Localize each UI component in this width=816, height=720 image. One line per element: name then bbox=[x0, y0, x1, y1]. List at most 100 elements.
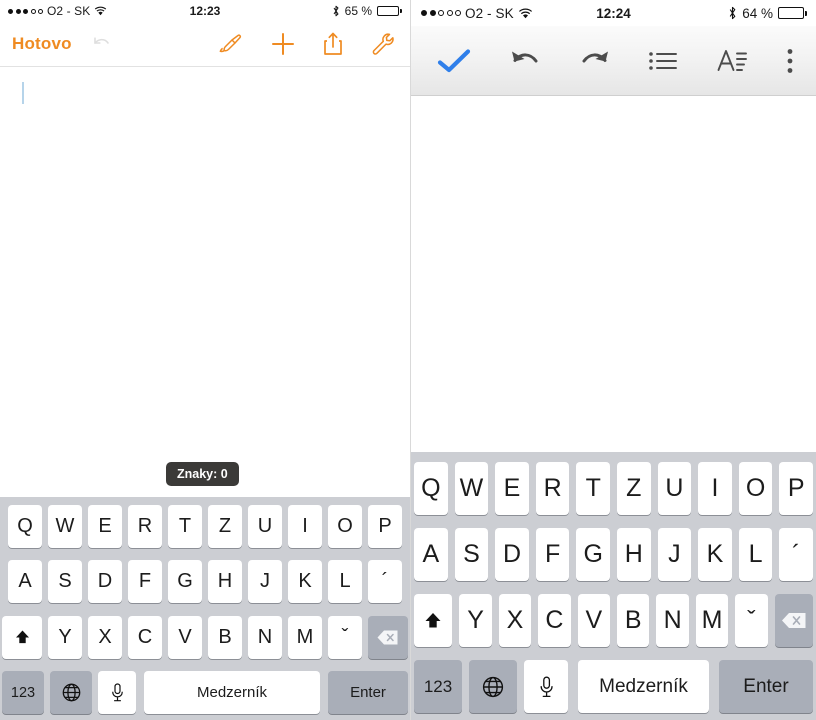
key-b[interactable]: B bbox=[617, 594, 650, 648]
right-status-bar: O2 - SK 12:24 64 % bbox=[411, 0, 816, 26]
numeric-mode-key[interactable]: 123 bbox=[2, 671, 44, 715]
key-f[interactable]: F bbox=[535, 527, 570, 581]
key-q[interactable]: Q bbox=[8, 504, 42, 548]
key-i[interactable]: I bbox=[288, 504, 322, 548]
brush-icon[interactable] bbox=[218, 32, 244, 56]
key-s[interactable]: S bbox=[48, 560, 82, 604]
key-b[interactable]: B bbox=[208, 615, 242, 659]
battery-icon bbox=[377, 6, 402, 16]
enter-key[interactable]: Enter bbox=[719, 660, 813, 714]
share-icon[interactable] bbox=[322, 31, 344, 57]
key-p[interactable]: P bbox=[368, 504, 402, 548]
microphone-icon[interactable] bbox=[98, 671, 136, 715]
key-t[interactable]: T bbox=[576, 461, 610, 515]
shift-icon[interactable] bbox=[414, 594, 453, 648]
keyboard-row-4: 123 Medzerník Enter bbox=[414, 660, 813, 714]
right-onscreen-keyboard[interactable]: Q W E R T Z U I O P A S D F G H J K L ´ … bbox=[411, 452, 816, 720]
key-j[interactable]: J bbox=[248, 560, 282, 604]
key-n[interactable]: N bbox=[248, 615, 282, 659]
left-onscreen-keyboard[interactable]: Q W E R T Z U I O P A S D F G H J K L ´ … bbox=[0, 497, 410, 720]
bullet-list-icon[interactable] bbox=[648, 49, 678, 73]
key-u[interactable]: U bbox=[657, 461, 692, 515]
key-acute-accent[interactable]: ´ bbox=[368, 560, 402, 604]
undo-icon[interactable] bbox=[90, 34, 114, 54]
enter-key[interactable]: Enter bbox=[328, 671, 408, 715]
redo-icon[interactable] bbox=[579, 48, 611, 74]
left-phone-screen: O2 - SK 12:23 65 % Hotovo Znaky: 0 Q W E… bbox=[0, 0, 410, 720]
key-t[interactable]: T bbox=[168, 504, 202, 548]
key-o[interactable]: O bbox=[738, 461, 773, 515]
key-e[interactable]: E bbox=[88, 504, 122, 548]
key-x[interactable]: X bbox=[88, 615, 122, 659]
key-a[interactable]: A bbox=[8, 560, 42, 604]
key-o[interactable]: O bbox=[328, 504, 362, 548]
key-d[interactable]: D bbox=[495, 527, 529, 581]
undo-icon[interactable] bbox=[509, 48, 541, 74]
check-icon[interactable] bbox=[437, 47, 471, 75]
space-key[interactable]: Medzerník bbox=[144, 671, 320, 715]
key-z[interactable]: Z bbox=[617, 461, 651, 515]
key-c[interactable]: C bbox=[128, 615, 162, 659]
key-n[interactable]: N bbox=[656, 594, 689, 648]
key-g[interactable]: G bbox=[168, 560, 202, 604]
key-i[interactable]: I bbox=[698, 461, 732, 515]
plus-icon[interactable] bbox=[270, 31, 296, 57]
wrench-icon[interactable] bbox=[370, 31, 396, 57]
battery-percent-label: 65 % bbox=[344, 4, 372, 18]
key-y[interactable]: Y bbox=[459, 594, 492, 648]
key-k[interactable]: K bbox=[698, 527, 732, 581]
key-h[interactable]: H bbox=[208, 560, 242, 604]
key-p[interactable]: P bbox=[779, 461, 813, 515]
key-v[interactable]: V bbox=[577, 594, 610, 648]
battery-icon bbox=[778, 7, 807, 19]
key-w[interactable]: W bbox=[48, 504, 82, 548]
overflow-menu-icon[interactable] bbox=[786, 48, 794, 74]
space-key[interactable]: Medzerník bbox=[578, 660, 709, 714]
dual-screenshot-container: O2 - SK 12:23 65 % Hotovo Znaky: 0 Q W E… bbox=[0, 0, 816, 720]
numeric-mode-key[interactable]: 123 bbox=[414, 660, 462, 714]
right-app-toolbar bbox=[411, 26, 816, 96]
carrier-label: O2 - SK bbox=[47, 4, 91, 18]
microphone-icon[interactable] bbox=[524, 660, 568, 714]
character-count-label: Znaky: 0 bbox=[177, 467, 228, 481]
key-g[interactable]: G bbox=[576, 527, 610, 581]
globe-icon[interactable] bbox=[469, 660, 517, 714]
signal-strength-icon bbox=[8, 8, 43, 14]
key-f[interactable]: F bbox=[128, 560, 162, 604]
key-caron-accent[interactable]: ˇ bbox=[735, 594, 768, 648]
key-v[interactable]: V bbox=[168, 615, 202, 659]
key-k[interactable]: K bbox=[288, 560, 322, 604]
keyboard-row-4: 123 Medzerník Enter bbox=[2, 671, 408, 715]
key-q[interactable]: Q bbox=[414, 461, 448, 515]
key-r[interactable]: R bbox=[535, 461, 570, 515]
key-u[interactable]: U bbox=[248, 504, 282, 548]
character-count-tooltip: Znaky: 0 bbox=[166, 462, 239, 486]
text-format-icon[interactable] bbox=[716, 48, 748, 74]
globe-icon[interactable] bbox=[50, 671, 92, 715]
key-caron-accent[interactable]: ˇ bbox=[328, 615, 362, 659]
key-z[interactable]: Z bbox=[208, 504, 242, 548]
backspace-icon[interactable] bbox=[368, 615, 408, 659]
backspace-icon[interactable] bbox=[774, 594, 813, 648]
key-m[interactable]: M bbox=[288, 615, 322, 659]
wifi-icon bbox=[518, 8, 533, 19]
key-e[interactable]: E bbox=[495, 461, 529, 515]
key-l[interactable]: L bbox=[738, 527, 773, 581]
key-x[interactable]: X bbox=[498, 594, 532, 648]
keyboard-row-2: A S D F G H J K L ´ bbox=[414, 527, 813, 581]
done-button[interactable]: Hotovo bbox=[12, 34, 72, 54]
key-w[interactable]: W bbox=[454, 461, 489, 515]
key-a[interactable]: A bbox=[414, 527, 448, 581]
key-j[interactable]: J bbox=[657, 527, 692, 581]
key-r[interactable]: R bbox=[128, 504, 162, 548]
key-y[interactable]: Y bbox=[48, 615, 82, 659]
key-m[interactable]: M bbox=[695, 594, 729, 648]
key-d[interactable]: D bbox=[88, 560, 122, 604]
key-acute-accent[interactable]: ´ bbox=[779, 527, 813, 581]
key-l[interactable]: L bbox=[328, 560, 362, 604]
key-c[interactable]: C bbox=[538, 594, 571, 648]
key-s[interactable]: S bbox=[454, 527, 489, 581]
key-h[interactable]: H bbox=[617, 527, 651, 581]
shift-icon[interactable] bbox=[2, 615, 42, 659]
keyboard-row-3: Y X C V B N M ˇ bbox=[414, 594, 813, 648]
